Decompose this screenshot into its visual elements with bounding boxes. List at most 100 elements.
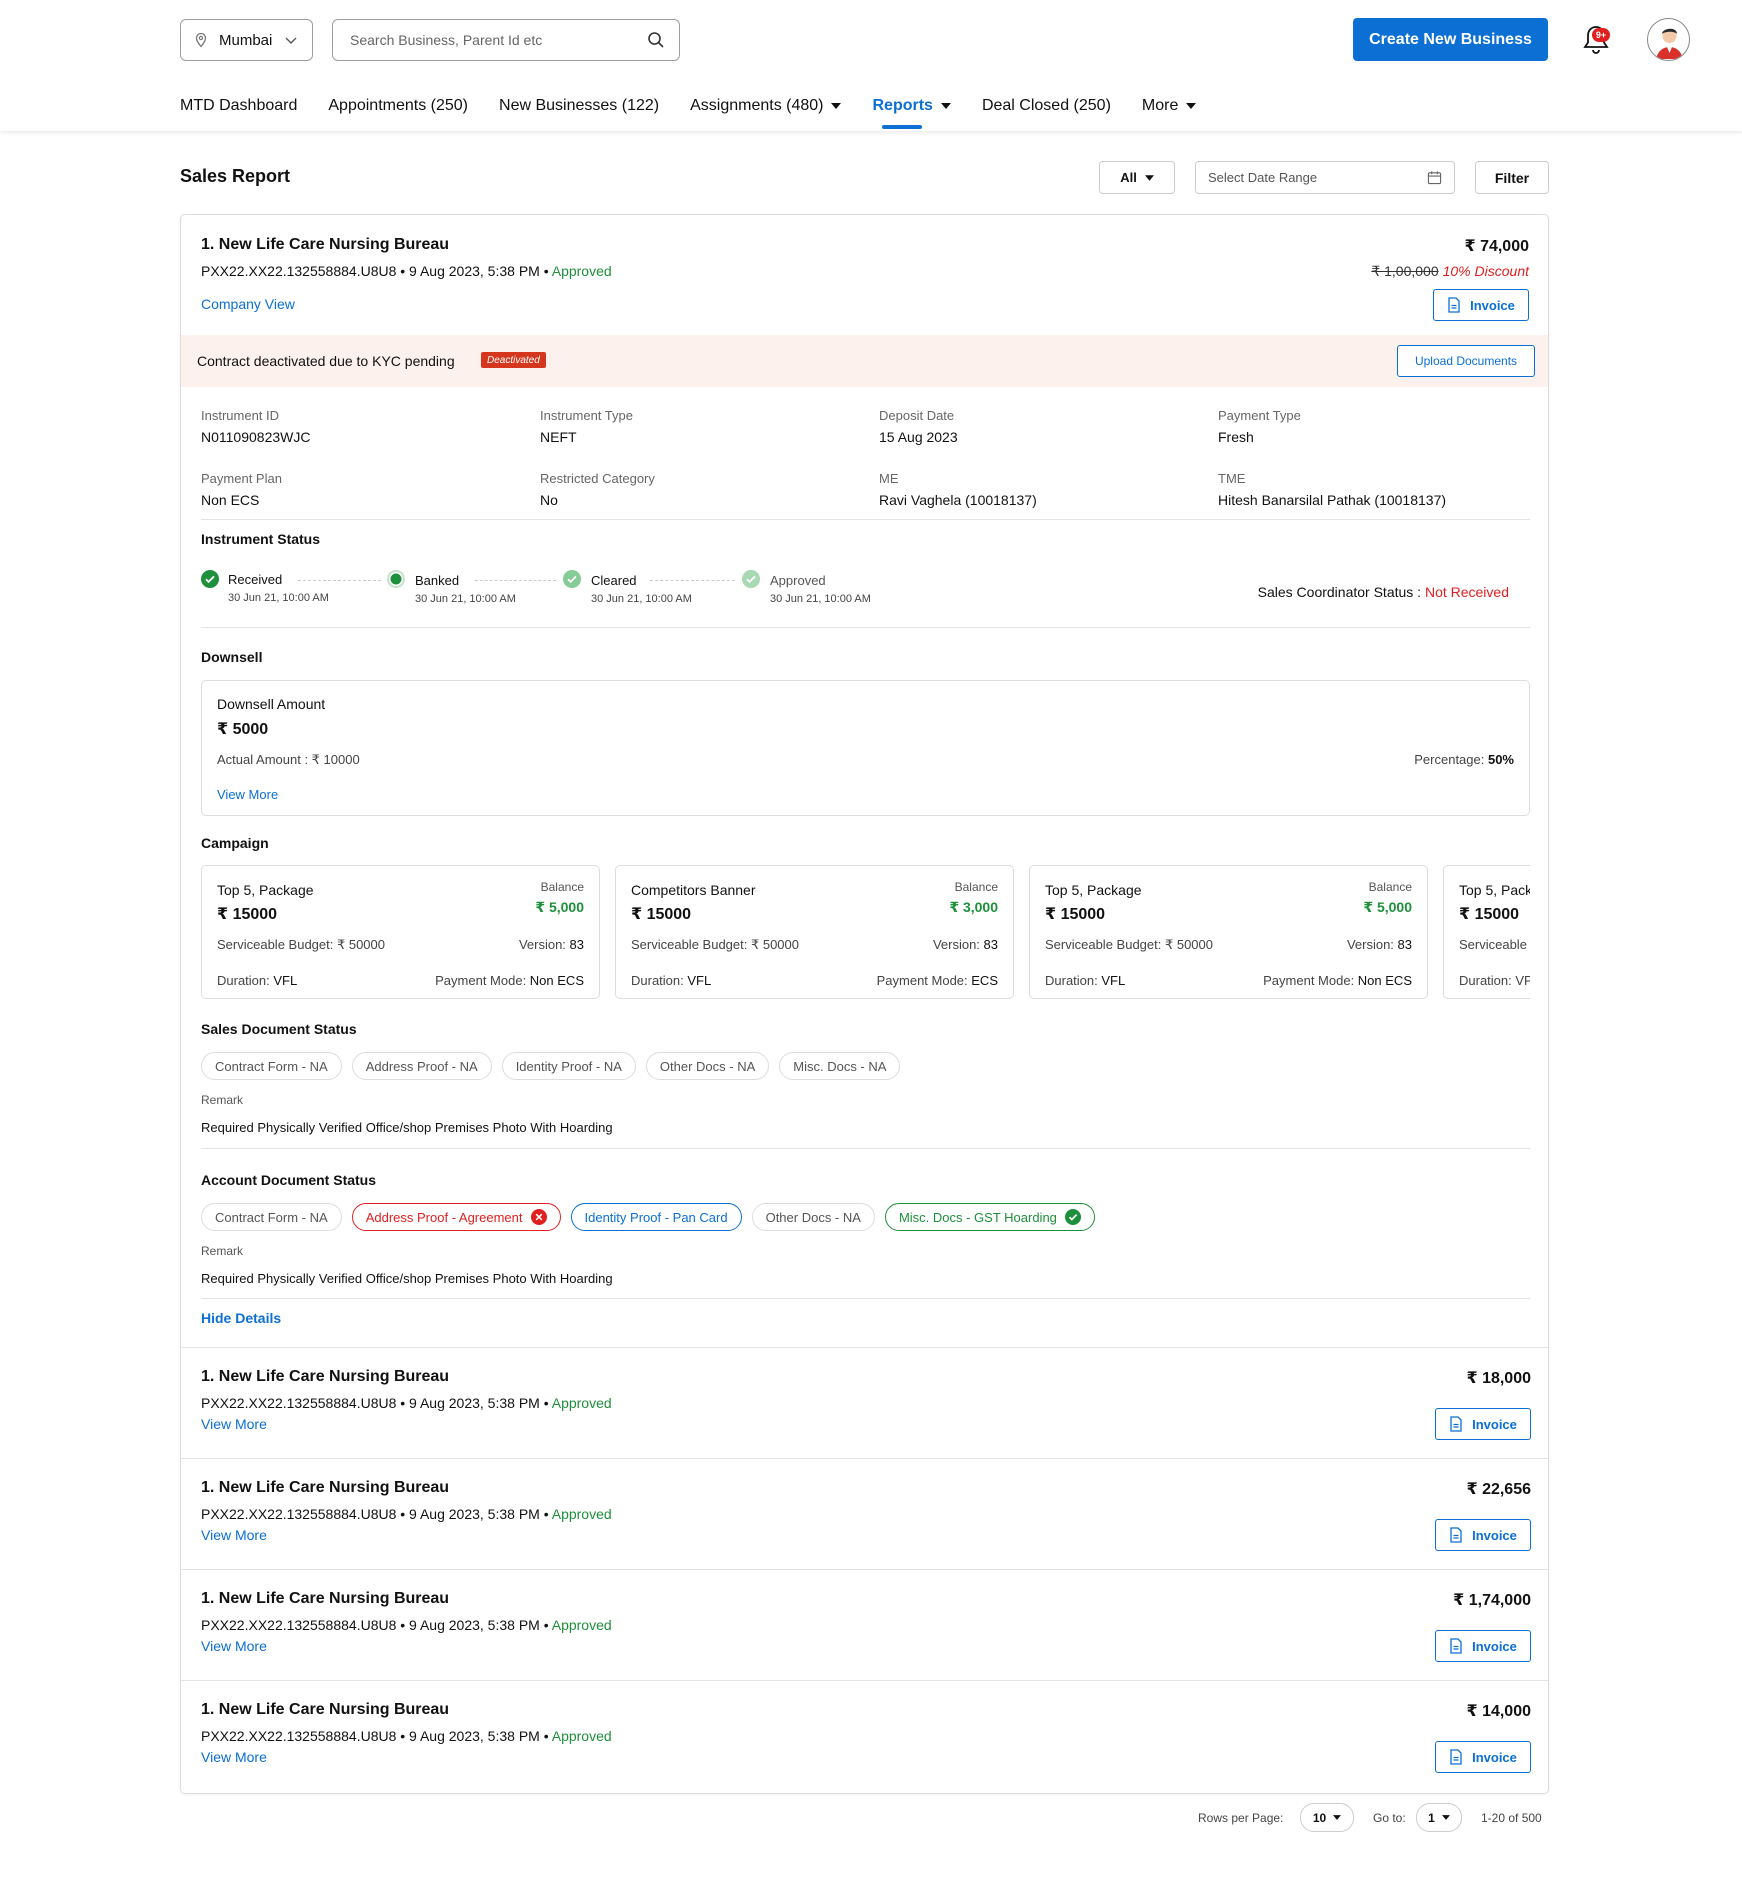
campaign-amount: ₹ 15000 <box>1045 906 1106 923</box>
version-label: Version: <box>932 937 984 952</box>
meta-text: PXX22.XX22.132558884.U8U8 • 9 Aug 2023, … <box>201 1395 552 1411</box>
doc-chip-selected[interactable]: Identity Proof - Pan Card <box>570 1203 742 1231</box>
doc-chip[interactable]: Other Docs - NA <box>645 1052 770 1080</box>
view-more-link[interactable]: View More <box>201 1749 267 1765</box>
view-more-link[interactable]: View More <box>201 1416 267 1432</box>
campaign-card[interactable]: Competitors Banner Balance ₹ 3,000 ₹ 150… <box>615 865 1014 999</box>
chevron-down-icon <box>285 37 297 44</box>
amount: ₹ 14,000 <box>1466 1703 1531 1720</box>
status-filter-dropdown[interactable]: All <box>1099 161 1175 194</box>
tab-reports[interactable]: Reports <box>872 94 951 129</box>
step-label: Banked <box>415 573 460 588</box>
view-more-link[interactable]: View More <box>201 1638 267 1654</box>
field-label: Deposit Date <box>879 408 955 423</box>
search-input[interactable] <box>350 32 647 48</box>
invoice-button[interactable]: Invoice <box>1435 1741 1531 1773</box>
invoice-button[interactable]: Invoice <box>1435 1630 1531 1662</box>
field-value: No <box>540 492 558 508</box>
search-icon[interactable] <box>647 31 665 49</box>
doc-chip[interactable]: Other Docs - NA <box>751 1203 875 1231</box>
version-value: 83 <box>1397 937 1412 952</box>
tab-more[interactable]: More <box>1141 94 1197 118</box>
approval-status: Approved <box>551 1728 612 1744</box>
duration-label: Duration: <box>631 973 688 988</box>
check-circle-icon <box>563 570 581 588</box>
create-new-business-button[interactable]: Create New Business <box>1353 18 1548 61</box>
payment-mode-value: ECS <box>971 973 998 988</box>
calendar-icon <box>1427 171 1442 185</box>
campaign-carousel[interactable]: Top 5, Package Balance ₹ 5,000 ₹ 15000 S… <box>201 865 1530 1001</box>
version-label: Version: <box>518 937 570 952</box>
doc-chip-verified[interactable]: Misc. Docs - GST Hoarding <box>884 1203 1095 1231</box>
kyc-alert-bar: Contract deactivated due to KYC pending … <box>181 335 1548 387</box>
city-selector[interactable]: Mumbai <box>180 19 313 61</box>
step-time: 30 Jun 21, 10:00 AM <box>770 593 871 605</box>
tab-label: More <box>1141 97 1179 114</box>
doc-chip[interactable]: Contract Form - NA <box>201 1052 342 1080</box>
duration-value: VFL <box>273 973 298 988</box>
payment-mode-value: Non ECS <box>1357 973 1412 988</box>
tab-label: Deal Closed (250) <box>981 97 1111 114</box>
field-value: 15 Aug 2023 <box>879 429 958 445</box>
upload-documents-button[interactable]: Upload Documents <box>1397 345 1535 377</box>
balance-label: Balance <box>1368 880 1412 894</box>
doc-chip[interactable]: Contract Form - NA <box>201 1203 342 1231</box>
hide-details-link[interactable]: Hide Details <box>201 1310 281 1326</box>
tab-appointments[interactable]: Appointments (250) <box>328 94 468 118</box>
company-view-link[interactable]: Company View <box>201 296 295 312</box>
tab-new-businesses[interactable]: New Businesses (122) <box>499 94 659 118</box>
list-item: 1. New Life Care Nursing Bureau PXX22.XX… <box>181 1681 1548 1791</box>
search-box <box>332 19 680 61</box>
filter-button[interactable]: Filter <box>1475 161 1549 194</box>
invoice-label: Invoice <box>1472 1749 1517 1765</box>
field-value: Non ECS <box>201 492 260 508</box>
doc-chip-rejected[interactable]: Address Proof - Agreement <box>351 1203 561 1231</box>
go-to-value: 1 <box>1428 1810 1435 1825</box>
remark-text: Required Physically Verified Office/shop… <box>201 1120 613 1135</box>
caret-down-icon <box>831 103 842 109</box>
doc-chip[interactable]: Misc. Docs - NA <box>779 1052 901 1080</box>
doc-chip[interactable]: Identity Proof - NA <box>501 1052 636 1080</box>
campaign-payment-mode: Payment Mode: Non ECS <box>435 973 584 988</box>
downsell-view-more-link[interactable]: View More <box>217 787 278 802</box>
step-connector <box>650 580 735 581</box>
tab-label: MTD Dashboard <box>180 97 298 114</box>
date-range-picker[interactable]: Select Date Range <box>1195 161 1455 194</box>
step-label: Approved <box>770 573 826 588</box>
list-item: 1. New Life Care Nursing Bureau PXX22.XX… <box>181 1570 1548 1680</box>
serviceable-budget: Serviceable Budget: ₹ 50000 <box>631 937 799 952</box>
status-filter-label: All <box>1120 170 1137 185</box>
top-header: Mumbai Create New Business 9+ MTD Dashbo… <box>0 0 1742 131</box>
caret-down-icon <box>1186 103 1197 109</box>
coordinator-label: Sales Coordinator Status : <box>1257 584 1425 600</box>
campaign-card[interactable]: Top 5, Package ₹ 15000 Serviceable Budge… <box>1443 865 1530 999</box>
document-icon <box>1450 1527 1462 1543</box>
business-name: 1. New Life Care Nursing Bureau <box>201 1590 450 1607</box>
invoice-button[interactable]: Invoice <box>1433 289 1529 321</box>
field-label: Payment Plan <box>201 471 282 486</box>
business-name: 1. New Life Care Nursing Bureau <box>201 1701 450 1718</box>
invoice-button[interactable]: Invoice <box>1435 1408 1531 1440</box>
tab-mtd-dashboard[interactable]: MTD Dashboard <box>180 94 297 118</box>
field-label: Payment Type <box>1218 408 1301 423</box>
campaign-card[interactable]: Top 5, Package Balance ₹ 5,000 ₹ 15000 S… <box>1029 865 1428 999</box>
business-meta: PXX22.XX22.132558884.U8U8 • 9 Aug 2023, … <box>201 263 612 279</box>
invoice-button[interactable]: Invoice <box>1435 1519 1531 1551</box>
user-avatar[interactable] <box>1647 18 1690 61</box>
divider <box>201 627 1530 628</box>
tab-label: Appointments (250) <box>328 97 469 114</box>
serviceable-budget: Serviceable Budget: ₹ 50000 <box>217 937 385 952</box>
business-meta: PXX22.XX22.132558884.U8U8 • 9 Aug 2023, … <box>201 1617 612 1633</box>
campaign-card[interactable]: Top 5, Package Balance ₹ 5,000 ₹ 15000 S… <box>201 865 600 999</box>
rows-per-page-select[interactable]: 10 <box>1300 1803 1354 1832</box>
main-nav: MTD Dashboard Appointments (250) New Bus… <box>180 94 1227 129</box>
list-item: 1. New Life Care Nursing Bureau PXX22.XX… <box>181 1459 1548 1569</box>
tab-deal-closed[interactable]: Deal Closed (250) <box>982 94 1111 118</box>
view-more-link[interactable]: View More <box>201 1527 267 1543</box>
pagination-range: 1-20 of 500 <box>1481 1811 1542 1825</box>
tab-assignments[interactable]: Assignments (480) <box>690 94 842 118</box>
doc-chip[interactable]: Address Proof - NA <box>351 1052 492 1080</box>
meta-text: PXX22.XX22.132558884.U8U8 • 9 Aug 2023, … <box>201 1617 552 1633</box>
meta-text: PXX22.XX22.132558884.U8U8 • 9 Aug 2023, … <box>201 1506 552 1522</box>
go-to-page-select[interactable]: 1 <box>1416 1803 1462 1832</box>
